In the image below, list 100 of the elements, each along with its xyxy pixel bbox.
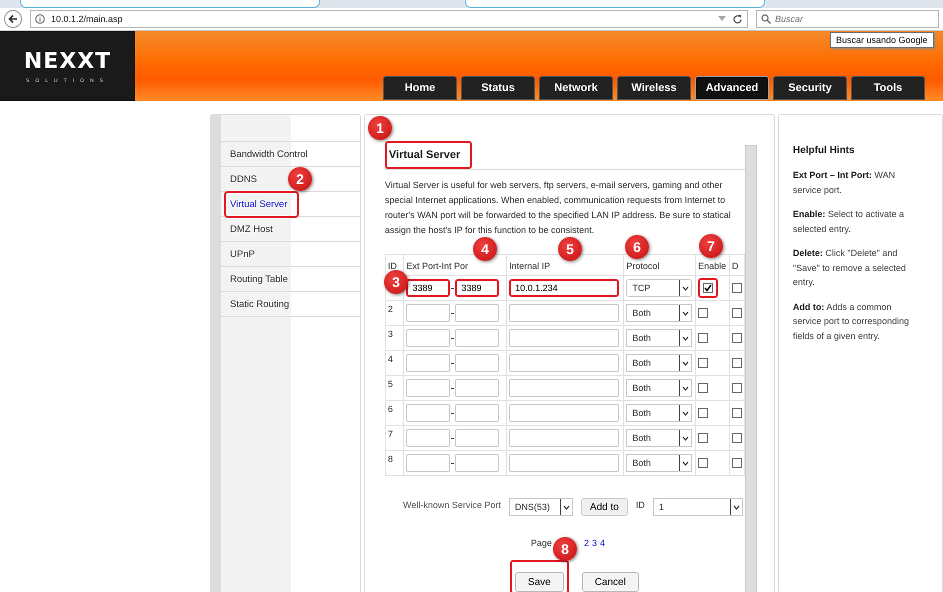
enable-checkbox[interactable] xyxy=(698,333,708,344)
dropdown-arrow-icon[interactable] xyxy=(679,280,692,296)
int-port-field[interactable] xyxy=(455,429,500,447)
int-port-field[interactable] xyxy=(455,379,500,397)
delete-checkbox[interactable] xyxy=(732,308,742,318)
dropdown-arrow-icon[interactable] xyxy=(679,405,692,421)
delete-checkbox[interactable] xyxy=(732,458,742,468)
int-port-field[interactable] xyxy=(455,354,500,372)
dropdown-arrow-icon[interactable] xyxy=(679,380,692,396)
nav-tab[interactable]: Wireless xyxy=(617,76,691,100)
dropdown-arrow-icon[interactable] xyxy=(679,355,692,371)
sidebar-item[interactable]: Static Routing xyxy=(211,292,360,317)
enable-checkbox[interactable] xyxy=(698,308,708,318)
nav-tab[interactable]: Advanced xyxy=(695,76,769,100)
delete-checkbox[interactable] xyxy=(732,358,742,368)
sidebar-item[interactable]: DMZ Host xyxy=(211,217,360,242)
ext-port-field[interactable]: 3389 xyxy=(406,279,450,297)
delete-checkbox[interactable] xyxy=(732,433,742,444)
internal-ip-field[interactable] xyxy=(509,354,620,372)
nav-tab[interactable]: Security xyxy=(773,76,847,100)
internal-ip-field[interactable] xyxy=(509,454,620,472)
enable-checkbox[interactable] xyxy=(698,383,708,394)
dropdown-arrow-icon[interactable] xyxy=(679,330,692,346)
description-line: Virtual Server is useful for web servers, ftp servers, e-mail servers, gaming and other xyxy=(384,179,724,192)
dash-mark xyxy=(451,363,454,364)
int-port-field[interactable] xyxy=(455,454,500,472)
enable-checkbox[interactable] xyxy=(698,433,708,444)
dropdown-arrow-icon[interactable] xyxy=(679,305,692,321)
ext-port-field[interactable] xyxy=(406,454,450,472)
id-cell: 3 xyxy=(385,326,404,350)
enable-checkbox[interactable] xyxy=(698,458,708,468)
ext-port-field[interactable] xyxy=(406,404,450,422)
dash-mark xyxy=(451,338,454,340)
internal-ip-field[interactable] xyxy=(509,404,620,422)
ext-port-field[interactable] xyxy=(406,354,450,372)
nav-tab[interactable]: Tools xyxy=(851,76,925,100)
nav-tab[interactable]: Network xyxy=(539,76,613,100)
ext-port-field[interactable] xyxy=(406,429,450,447)
internal-ip-field[interactable] xyxy=(509,379,620,397)
id-cell: 7 xyxy=(385,426,404,450)
id-select[interactable]: 1 xyxy=(652,498,743,516)
protocol-select[interactable]: Both xyxy=(626,304,692,322)
enable-checkbox[interactable] xyxy=(698,408,708,418)
ext-port-field[interactable] xyxy=(406,304,450,322)
form-button[interactable]: Cancel xyxy=(582,572,639,592)
hints-title: Helpful Hints xyxy=(792,145,856,156)
page-link[interactable]: 2 xyxy=(584,538,589,548)
int-port-field[interactable] xyxy=(455,304,500,322)
dropdown-arrow-icon[interactable] xyxy=(679,430,692,446)
form-button[interactable]: Save xyxy=(514,572,564,592)
address-bar[interactable]: 10.0.1.2/main.asp xyxy=(30,10,748,28)
reload-icon[interactable] xyxy=(732,14,743,24)
internal-ip-field[interactable] xyxy=(509,304,620,322)
info-icon xyxy=(35,14,45,24)
sidebar-item[interactable]: Routing Table xyxy=(211,267,360,292)
delete-checkbox[interactable] xyxy=(732,383,742,394)
nav-tab[interactable]: Home xyxy=(383,76,457,100)
id-cell: 8 xyxy=(385,450,404,476)
dropdown-arrow-icon[interactable] xyxy=(560,499,572,515)
internal-ip-field[interactable] xyxy=(509,429,620,447)
dropdown-arrow-icon[interactable] xyxy=(679,455,692,471)
delete-checkbox[interactable] xyxy=(732,408,742,418)
back-button[interactable] xyxy=(4,10,22,28)
service-select[interactable]: DNS(53) xyxy=(508,498,573,516)
callout-badge: 8 xyxy=(553,537,577,561)
protocol-select[interactable]: Both xyxy=(626,429,692,447)
ext-port-field[interactable] xyxy=(406,329,450,347)
protocol-select[interactable]: Both xyxy=(626,454,692,472)
page-link[interactable]: 4 xyxy=(600,538,605,548)
enable-checkbox[interactable] xyxy=(703,283,714,294)
enable-checkbox[interactable] xyxy=(698,358,708,368)
add-to-button[interactable]: Add to xyxy=(580,498,628,516)
tooltip: Buscar usando Google xyxy=(830,32,934,48)
protocol-select[interactable]: Both xyxy=(626,329,692,347)
internal-ip-field[interactable] xyxy=(509,329,620,347)
nav-tab[interactable]: Status xyxy=(461,76,535,100)
field-label: Well-known Service Port xyxy=(402,499,501,512)
sidebar-item[interactable]: UPnP xyxy=(211,242,360,267)
delete-checkbox[interactable] xyxy=(732,333,742,344)
int-port-field[interactable]: 3389 xyxy=(455,279,500,297)
dropdown-icon[interactable] xyxy=(718,16,726,22)
dropdown-arrow-icon[interactable] xyxy=(730,499,742,515)
int-port-field[interactable] xyxy=(455,404,500,422)
page-label: Page xyxy=(530,538,552,548)
page-link[interactable]: 3 xyxy=(592,538,597,548)
search-icon xyxy=(761,14,771,24)
internal-ip-field[interactable]: 10.0.1.234 xyxy=(509,279,620,297)
hint-text: Ext Port – Int Port: WAN service port. xyxy=(792,169,896,197)
protocol-select[interactable]: TCP xyxy=(626,279,692,297)
scrollbar[interactable] xyxy=(744,145,757,592)
ext-port-field[interactable] xyxy=(406,379,450,397)
delete-checkbox[interactable] xyxy=(732,283,742,294)
sidebar-item[interactable]: Bandwidth Control xyxy=(211,142,360,167)
column-header: D xyxy=(729,254,744,276)
search-field[interactable]: Buscar xyxy=(756,10,939,28)
callout-badge: 1 xyxy=(368,116,392,140)
int-port-field[interactable] xyxy=(455,329,500,347)
protocol-select[interactable]: Both xyxy=(626,354,692,372)
protocol-select[interactable]: Both xyxy=(626,404,692,422)
protocol-select[interactable]: Both xyxy=(626,379,692,397)
